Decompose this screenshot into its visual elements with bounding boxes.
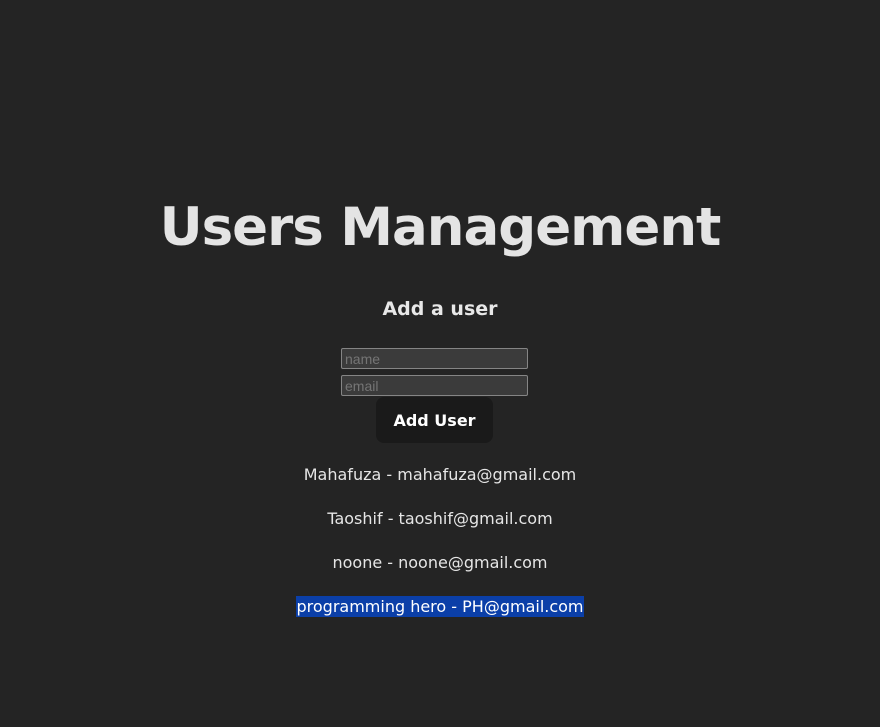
user-text: Mahafuza - mahafuza@gmail.com — [303, 465, 577, 484]
user-text: Taoshif - taoshif@gmail.com — [327, 509, 553, 528]
user-list-item: Mahafuza - mahafuza@gmail.com — [0, 464, 880, 486]
user-list-item: noone - noone@gmail.com — [0, 552, 880, 574]
email-input[interactable] — [341, 375, 528, 396]
name-input[interactable] — [341, 348, 528, 369]
user-text: programming hero - PH@gmail.com — [296, 596, 584, 617]
add-user-button[interactable]: Add User — [376, 397, 493, 443]
page-title: Users Management — [159, 197, 722, 258]
user-text: noone - noone@gmail.com — [332, 553, 548, 572]
user-list-item: Taoshif - taoshif@gmail.com — [0, 508, 880, 530]
form-heading: Add a user — [382, 298, 498, 320]
user-list-item-selected: programming hero - PH@gmail.com — [0, 596, 880, 618]
